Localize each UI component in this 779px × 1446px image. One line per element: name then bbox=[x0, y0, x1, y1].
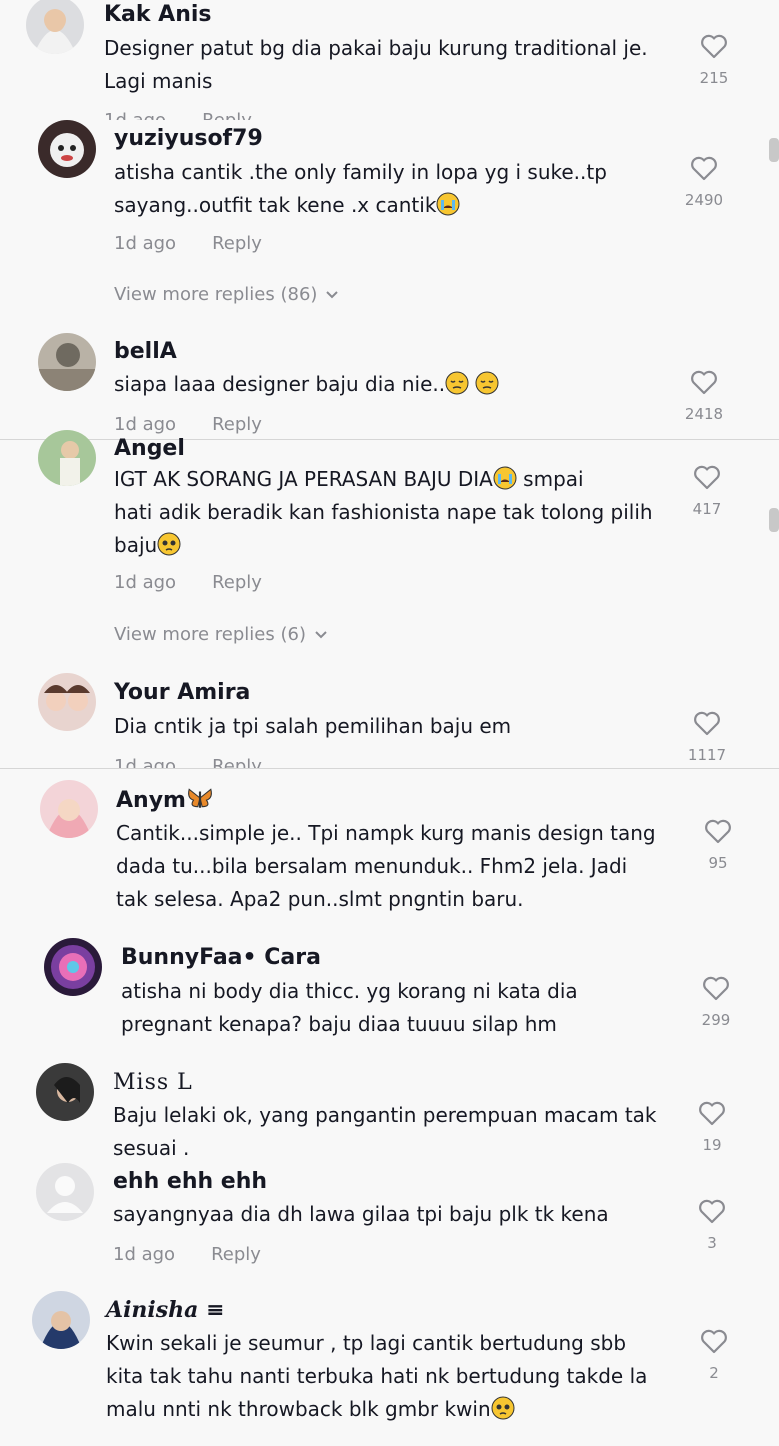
comment-text: atisha ni body dia thicc. yg korang ni k… bbox=[121, 979, 578, 1036]
like-count: 2 bbox=[709, 1364, 719, 1382]
like-button[interactable]: 2418 bbox=[674, 370, 734, 423]
comment-text-body: atisha cantik .the only family in lopa y… bbox=[114, 160, 607, 217]
crying-emoji-icon bbox=[436, 192, 460, 216]
scrollbar[interactable] bbox=[769, 138, 779, 162]
comment-text: siapa laaa designer baju dia nie.. bbox=[114, 368, 499, 401]
like-count: 1117 bbox=[687, 746, 727, 764]
comment-text-body: Kwin sekali je seumur , tp lagi cantik b… bbox=[106, 1331, 648, 1421]
pleading-emoji-icon bbox=[157, 532, 181, 556]
comment-text: IGT AK SORANG JA PERASAN BAJU DIA smpai … bbox=[114, 463, 653, 562]
heart-icon bbox=[694, 711, 720, 736]
reply-button[interactable]: Reply bbox=[211, 1244, 261, 1265]
heart-icon bbox=[701, 1329, 727, 1354]
comment-username[interactable]: Your Amira bbox=[114, 678, 250, 708]
comment-username[interactable]: Miss L bbox=[113, 1068, 193, 1098]
pleading-emoji-icon bbox=[491, 1396, 515, 1420]
avatar[interactable] bbox=[38, 430, 96, 486]
heart-icon bbox=[701, 34, 727, 59]
view-more-replies[interactable]: View more replies (6) bbox=[114, 624, 328, 645]
view-more-label: View more replies (6) bbox=[114, 624, 306, 645]
comment-time: 1d ago bbox=[114, 233, 177, 254]
comment-username-text: Anym bbox=[116, 788, 186, 813]
avatar[interactable] bbox=[38, 673, 96, 731]
comment-meta: 1d ago Reply bbox=[114, 414, 262, 435]
comment-time: 1d ago bbox=[114, 572, 177, 593]
avatar[interactable] bbox=[44, 938, 102, 996]
like-button[interactable]: 215 bbox=[684, 34, 744, 87]
reply-button[interactable]: Reply bbox=[212, 756, 262, 768]
like-count: 299 bbox=[701, 1011, 731, 1029]
comment-text: Dia cntik ja tpi salah pemilihan baju em bbox=[114, 714, 512, 738]
comment-meta: 1d ago Reply bbox=[104, 110, 252, 120]
pensive-emoji-icon bbox=[445, 371, 469, 395]
like-button[interactable]: 1117 bbox=[677, 711, 737, 764]
avatar[interactable] bbox=[40, 780, 98, 838]
comment-time: 1d ago bbox=[113, 1244, 176, 1265]
view-more-replies[interactable]: View more replies (86) bbox=[114, 284, 339, 305]
heart-icon bbox=[703, 976, 729, 1001]
comment-text: Designer patut bg dia pakai baju kurung … bbox=[104, 36, 648, 93]
like-button[interactable]: 19 bbox=[682, 1101, 742, 1154]
comment-text-body: siapa laaa designer baju dia nie.. bbox=[114, 372, 446, 396]
reply-button[interactable]: Reply bbox=[212, 233, 262, 254]
like-button[interactable]: 417 bbox=[677, 465, 737, 518]
like-button[interactable]: 95 bbox=[688, 819, 748, 872]
scrollbar[interactable] bbox=[769, 508, 779, 532]
like-count: 2418 bbox=[684, 405, 724, 423]
like-button[interactable]: 3 bbox=[682, 1199, 742, 1252]
reply-button[interactable]: Reply bbox=[212, 572, 262, 593]
like-count: 417 bbox=[692, 500, 722, 518]
like-button[interactable]: 2490 bbox=[674, 156, 734, 209]
comment-time: 1d ago bbox=[104, 110, 166, 120]
chevron-down-icon bbox=[314, 624, 328, 645]
like-button[interactable]: 299 bbox=[686, 976, 746, 1029]
comment-meta: 1d ago Reply bbox=[114, 572, 262, 593]
heart-icon bbox=[691, 370, 717, 395]
comment-username[interactable]: Ainisha ≡ bbox=[106, 1295, 225, 1325]
comment-username[interactable]: Kak Anis bbox=[104, 0, 212, 30]
heart-icon bbox=[699, 1101, 725, 1126]
comment-username[interactable]: yuziyusof79 bbox=[114, 124, 263, 154]
like-count: 95 bbox=[708, 854, 728, 872]
chevron-down-icon bbox=[325, 284, 339, 305]
comment-text: atisha cantik .the only family in lopa y… bbox=[114, 156, 607, 222]
reply-button[interactable]: Reply bbox=[202, 110, 252, 120]
heart-icon bbox=[691, 156, 717, 181]
reply-button[interactable]: Reply bbox=[212, 414, 262, 435]
butterfly-icon bbox=[188, 788, 212, 808]
comment-meta: 1d ago Reply bbox=[114, 233, 262, 254]
comment-username[interactable]: Anym bbox=[116, 785, 214, 816]
comment-text-body: IGT AK SORANG JA PERASAN BAJU DIA bbox=[114, 467, 493, 491]
pensive-emoji-icon bbox=[475, 371, 499, 395]
avatar[interactable] bbox=[38, 333, 96, 391]
comment-time: 1d ago bbox=[114, 414, 177, 435]
comment-username[interactable]: Angel bbox=[114, 434, 185, 464]
like-count: 3 bbox=[707, 1234, 717, 1252]
avatar[interactable] bbox=[32, 1291, 90, 1349]
comment-username[interactable]: BunnyFaa• Cara bbox=[121, 943, 321, 973]
avatar[interactable] bbox=[36, 1163, 94, 1221]
crying-emoji-icon bbox=[493, 466, 517, 490]
comment-text: Kwin sekali je seumur , tp lagi cantik b… bbox=[106, 1327, 647, 1426]
heart-icon bbox=[694, 465, 720, 490]
comment-time: 1d ago bbox=[114, 756, 177, 768]
comment-text: Cantik...simple je.. Tpi nampk kurg mani… bbox=[116, 821, 656, 911]
comment-username[interactable]: ehh ehh ehh bbox=[113, 1167, 267, 1197]
like-button[interactable]: 2 bbox=[684, 1329, 744, 1382]
like-count: 215 bbox=[699, 69, 729, 87]
comment-meta: 1d ago Reply bbox=[114, 756, 262, 768]
section-divider bbox=[0, 768, 779, 769]
view-more-label: View more replies (86) bbox=[114, 284, 318, 305]
comment-text: Baju lelaki ok, yang pangantin perempuan… bbox=[113, 1103, 657, 1160]
comment-text: sayangnyaa dia dh lawa gilaa tpi baju pl… bbox=[113, 1202, 609, 1226]
like-count: 2490 bbox=[684, 191, 724, 209]
avatar[interactable] bbox=[36, 1063, 94, 1121]
avatar[interactable] bbox=[38, 120, 96, 178]
heart-icon bbox=[699, 1199, 725, 1224]
comment-meta: 1d ago Reply bbox=[113, 1244, 261, 1265]
avatar[interactable] bbox=[26, 0, 84, 54]
heart-icon bbox=[705, 819, 731, 844]
like-count: 19 bbox=[702, 1136, 722, 1154]
comment-username[interactable]: bellA bbox=[114, 337, 177, 367]
